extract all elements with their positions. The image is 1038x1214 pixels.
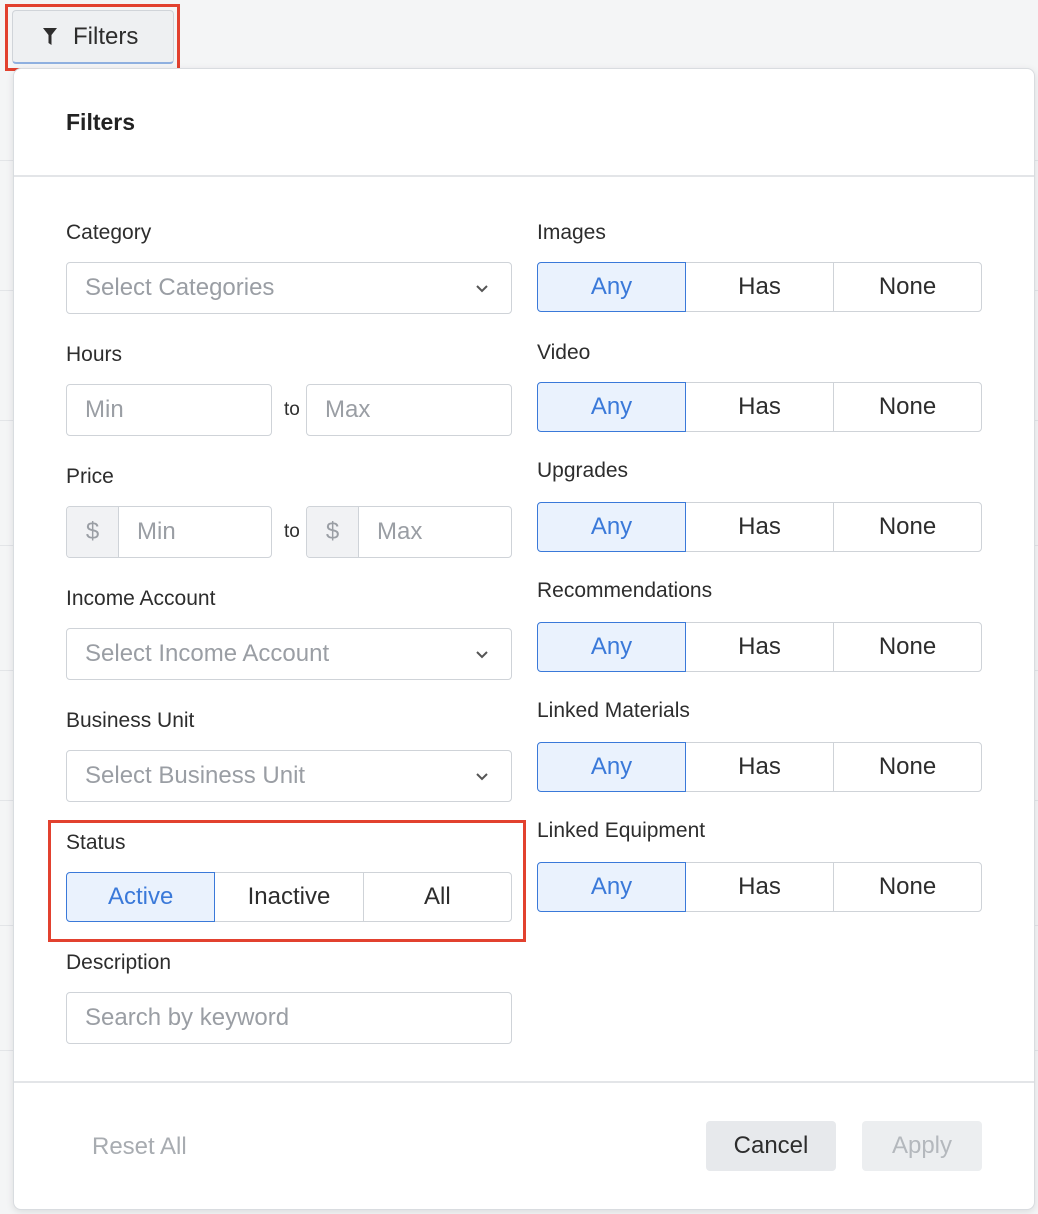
chevron-down-icon [476,773,488,781]
linked-materials-label: Linked Materials [537,699,690,722]
business-unit-placeholder: Select Business Unit [85,762,306,789]
images-label: Images [537,221,606,244]
recommendations-label: Recommendations [537,579,713,602]
recommendations-segmented-control: Any Has None [537,622,982,672]
linked-equipment-segmented-control: Any Has None [537,862,982,912]
linked-materials-option-none[interactable]: None [833,742,982,792]
upgrades-option-none[interactable]: None [833,502,982,552]
recommendations-option-none[interactable]: None [833,622,982,672]
price-min-input[interactable]: Min [119,507,271,557]
hours-max-input[interactable]: Max [306,384,512,436]
chevron-down-icon [476,651,488,659]
images-segmented-control: Any Has None [537,262,982,312]
video-option-has[interactable]: Has [685,382,834,432]
category-select-placeholder: Select Categories [85,274,275,301]
upgrades-segmented-control: Any Has None [537,502,982,552]
income-account-placeholder: Select Income Account [85,640,330,667]
video-label: Video [537,341,591,364]
linked-materials-segmented-control: Any Has None [537,742,982,792]
price-min-currency: $ [67,507,119,557]
status-option-active[interactable]: Active [66,872,216,922]
price-max-field[interactable]: $ Max [306,506,512,558]
income-account-select[interactable]: Select Income Account [66,628,512,680]
linked-equipment-option-none[interactable]: None [833,862,982,912]
price-max-currency: $ [307,507,359,557]
video-option-none[interactable]: None [833,382,982,432]
filters-popover: Filters Category Select Categories Hours… [13,68,1035,1210]
chevron-down-icon [476,285,488,293]
reset-all-button[interactable]: Reset All [92,1133,187,1161]
apply-button[interactable]: Apply [862,1121,982,1171]
category-select[interactable]: Select Categories [66,262,512,314]
upgrades-option-has[interactable]: Has [685,502,834,552]
video-segmented-control: Any Has None [537,382,982,432]
images-option-has[interactable]: Has [685,262,834,312]
hours-to-label: to [284,399,300,420]
cancel-button[interactable]: Cancel [706,1121,836,1171]
filters-popover-header: Filters [14,69,1034,177]
price-label: Price [66,465,114,488]
linked-equipment-option-any[interactable]: Any [537,862,686,912]
images-option-any[interactable]: Any [537,262,686,312]
linked-materials-option-any[interactable]: Any [537,742,686,792]
linked-materials-option-has[interactable]: Has [685,742,834,792]
recommendations-option-has[interactable]: Has [685,622,834,672]
filters-popover-footer: Reset All Cancel Apply [14,1081,1034,1209]
business-unit-label: Business Unit [66,709,195,732]
hours-min-input[interactable]: Min [66,384,272,436]
filters-popover-title: Filters [66,108,136,135]
upgrades-option-any[interactable]: Any [537,502,686,552]
price-max-input[interactable]: Max [359,507,511,557]
description-search-input[interactable]: Search by keyword [66,992,512,1044]
video-option-any[interactable]: Any [537,382,686,432]
business-unit-select[interactable]: Select Business Unit [66,750,512,802]
filters-toggle-highlight [5,4,180,71]
linked-equipment-label: Linked Equipment [537,819,706,842]
linked-equipment-option-has[interactable]: Has [685,862,834,912]
description-label: Description [66,951,172,974]
images-option-none[interactable]: None [833,262,982,312]
hours-label: Hours [66,343,123,366]
upgrades-label: Upgrades [537,459,629,482]
category-label: Category [66,221,152,244]
price-to-label: to [284,521,300,542]
income-account-label: Income Account [66,587,216,610]
price-min-field[interactable]: $ Min [66,506,272,558]
recommendations-option-any[interactable]: Any [537,622,686,672]
